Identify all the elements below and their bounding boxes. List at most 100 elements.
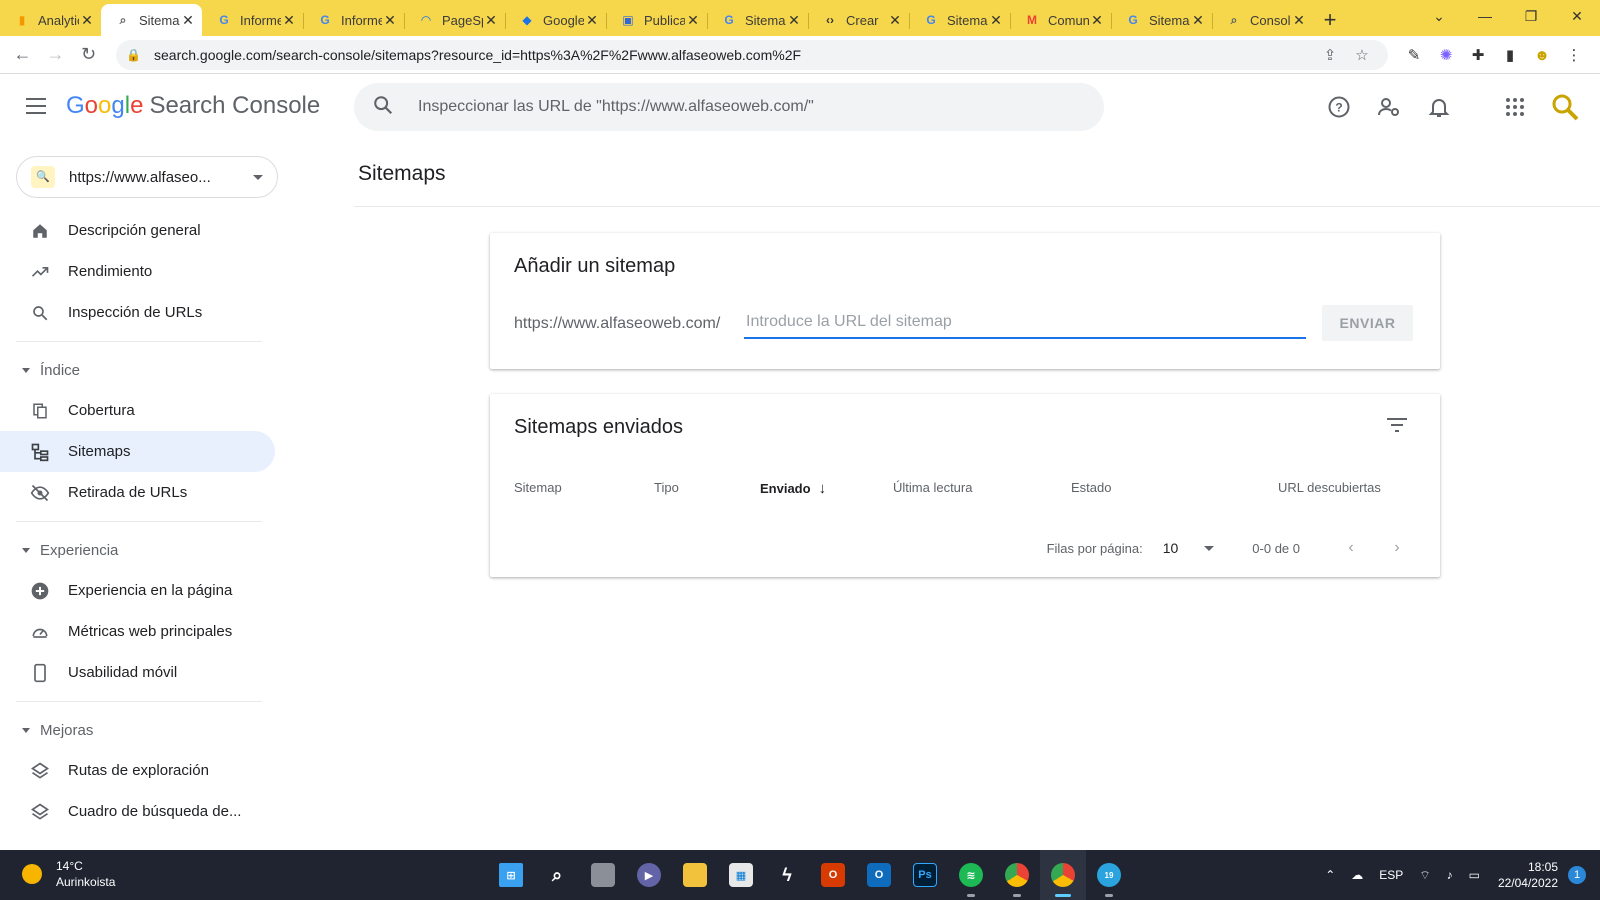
browser-tab[interactable]: ‹› Crear ✕ [808, 4, 909, 36]
search-console-logo[interactable]: Google Search Console [66, 92, 320, 120]
column-discovered-urls[interactable]: URL descubiertas [1278, 480, 1381, 495]
task-view-icon[interactable] [580, 850, 626, 900]
close-tab-icon[interactable]: ✕ [786, 12, 802, 29]
url-inspection-search[interactable] [354, 83, 1104, 131]
chrome-profile-icon[interactable] [1040, 850, 1086, 900]
chevron-up-icon[interactable]: ⌃ [1325, 868, 1335, 882]
previous-page-icon[interactable]: ‹ [1336, 539, 1366, 557]
close-tab-icon[interactable]: ✕ [281, 12, 297, 29]
teams-chat-icon[interactable]: ▶ [626, 850, 672, 900]
browser-tab[interactable]: G Sitemaps✕ [1111, 4, 1212, 36]
submit-sitemap-button[interactable]: ENVIAR [1322, 305, 1413, 341]
sidebar-item-inspeccion-de-urls[interactable]: Inspección de URLs [0, 292, 275, 333]
url-text[interactable]: search.google.com/search-console/sitemap… [154, 47, 1314, 63]
browser-tab[interactable]: ▣ Publicar✕ [606, 4, 707, 36]
share-icon[interactable]: ⇪ [1314, 46, 1346, 64]
tab-search-icon[interactable]: ⌄ [1416, 8, 1462, 25]
weather-widget[interactable]: 14°C Aurinkoista [22, 858, 115, 890]
browser-tab[interactable]: ⌕ Sitemaps✕ [101, 4, 202, 36]
chrome-icon[interactable] [994, 850, 1040, 900]
sidebar-item-rendimiento[interactable]: Rendimiento [0, 251, 275, 292]
browser-tab[interactable]: ◆ Google ✕ [505, 4, 606, 36]
wifi-icon[interactable]: ⌔ [1419, 868, 1430, 883]
close-tab-icon[interactable]: ✕ [988, 12, 1004, 29]
column-status[interactable]: Estado [1071, 480, 1111, 495]
property-selector[interactable]: 🔍 https://www.alfaseo... [16, 156, 278, 198]
close-tab-icon[interactable]: ✕ [1291, 12, 1307, 29]
office-icon[interactable]: O [810, 850, 856, 900]
spotify-icon[interactable]: ≋ [948, 850, 994, 900]
lock-icon[interactable]: 🔒 [126, 48, 142, 62]
sidebar-item-rutas-de-exploracion[interactable]: Rutas de exploración [0, 750, 275, 791]
close-tab-icon[interactable]: ✕ [382, 12, 398, 29]
column-type[interactable]: Tipo [654, 480, 679, 495]
browser-tab[interactable]: ◠ PageSpeed✕ [404, 4, 505, 36]
close-tab-icon[interactable]: ✕ [1089, 12, 1105, 29]
column-sitemap[interactable]: Sitemap [514, 480, 562, 495]
apps-grid-icon[interactable] [1490, 97, 1540, 117]
section-experience[interactable]: Experiencia [0, 530, 280, 570]
sidebar-item-metricas-web-principales[interactable]: Métricas web principales [0, 611, 275, 652]
clock[interactable]: 18:05 22/04/2022 [1498, 859, 1558, 891]
manage-users-icon[interactable] [1364, 95, 1414, 119]
new-tab-button[interactable]: + [1313, 4, 1347, 36]
notification-badge[interactable]: 1 [1568, 866, 1586, 884]
rows-per-page-select[interactable]: 10 [1163, 540, 1179, 556]
language-indicator[interactable]: ESP [1379, 868, 1403, 882]
notifications-bell-icon[interactable] [1414, 95, 1464, 119]
browser-tab[interactable]: M Comunidad✕ [1010, 4, 1111, 36]
windows-start-icon[interactable]: ⊞ [488, 850, 534, 900]
sidebar-item-experiencia-en-la-pagina[interactable]: Experiencia en la página [0, 570, 275, 611]
winamp-icon[interactable]: ϟ [764, 850, 810, 900]
virus-extension-icon[interactable]: ✺ [1430, 46, 1462, 64]
browser-tab[interactable]: G Informe ✕ [303, 4, 404, 36]
browser-tab[interactable]: ▮ Analytics✕ [0, 4, 101, 36]
browser-tab[interactable]: G Sitemaps✕ [707, 4, 808, 36]
sidebar-item-cuadro-de-busqueda-de[interactable]: Cuadro de búsqueda de... [0, 791, 275, 832]
photoshop-icon[interactable]: Ps [902, 850, 948, 900]
back-button[interactable]: ← [6, 44, 39, 65]
browser-menu-icon[interactable]: ⋮ [1558, 46, 1590, 64]
omnibox[interactable]: 🔒 search.google.com/search-console/sitem… [116, 40, 1388, 70]
section-improvements[interactable]: Mejoras [0, 710, 280, 750]
dropdown-arrow-icon[interactable] [1204, 545, 1215, 551]
outlook-icon[interactable]: O [856, 850, 902, 900]
browser-tab[interactable]: ⌕ Consola✕ [1212, 4, 1313, 36]
reload-button[interactable]: ↻ [72, 44, 105, 65]
main-menu-icon[interactable] [26, 98, 46, 114]
close-tab-icon[interactable]: ✕ [685, 12, 701, 29]
profile-avatar-icon[interactable]: ☻ [1526, 47, 1558, 64]
account-avatar-icon[interactable] [1540, 91, 1590, 123]
column-last-read[interactable]: Última lectura [893, 480, 972, 495]
close-tab-icon[interactable]: ✕ [1190, 12, 1206, 29]
forward-button[interactable]: → [39, 44, 72, 65]
close-tab-icon[interactable]: ✕ [79, 12, 95, 29]
next-page-icon[interactable]: › [1382, 539, 1412, 557]
column-submitted[interactable]: Enviado ↓ [760, 480, 826, 497]
close-tab-icon[interactable]: ✕ [584, 12, 600, 29]
sidebar-item-cobertura[interactable]: Cobertura [0, 390, 275, 431]
side-panel-icon[interactable]: ▮ [1494, 46, 1526, 64]
browser-tab[interactable]: G Sitemaps✕ [909, 4, 1010, 36]
bookmark-star-icon[interactable]: ☆ [1346, 46, 1378, 64]
browser-tab[interactable]: G Informe ✕ [202, 4, 303, 36]
filter-icon[interactable] [1386, 416, 1410, 436]
sidebar-item-retirada-de-urls[interactable]: Retirada de URLs [0, 472, 275, 513]
section-index[interactable]: Índice [0, 350, 280, 390]
sitemap-url-input[interactable] [744, 307, 1306, 339]
pen-extension-icon[interactable]: ✎ [1398, 46, 1430, 64]
volume-icon[interactable]: ♪ [1447, 868, 1453, 882]
close-tab-icon[interactable]: ✕ [887, 12, 903, 29]
sidebar-item-usabilidad-movil[interactable]: Usabilidad móvil [0, 652, 275, 693]
close-tab-icon[interactable]: ✕ [483, 12, 499, 29]
sidebar-item-sitemaps[interactable]: Sitemaps [0, 431, 275, 472]
restore-button[interactable]: ❐ [1508, 8, 1554, 25]
onedrive-cloud-icon[interactable]: ☁ [1351, 868, 1363, 882]
help-icon[interactable]: ? [1314, 95, 1364, 119]
minimize-button[interactable]: — [1462, 8, 1508, 24]
battery-icon[interactable]: ▭ [1469, 868, 1480, 882]
close-window-button[interactable]: ✕ [1554, 8, 1600, 25]
url-inspection-input[interactable] [418, 98, 1104, 116]
telegram-icon[interactable]: 19 [1086, 850, 1132, 900]
microsoft-store-icon[interactable]: ▦ [718, 850, 764, 900]
